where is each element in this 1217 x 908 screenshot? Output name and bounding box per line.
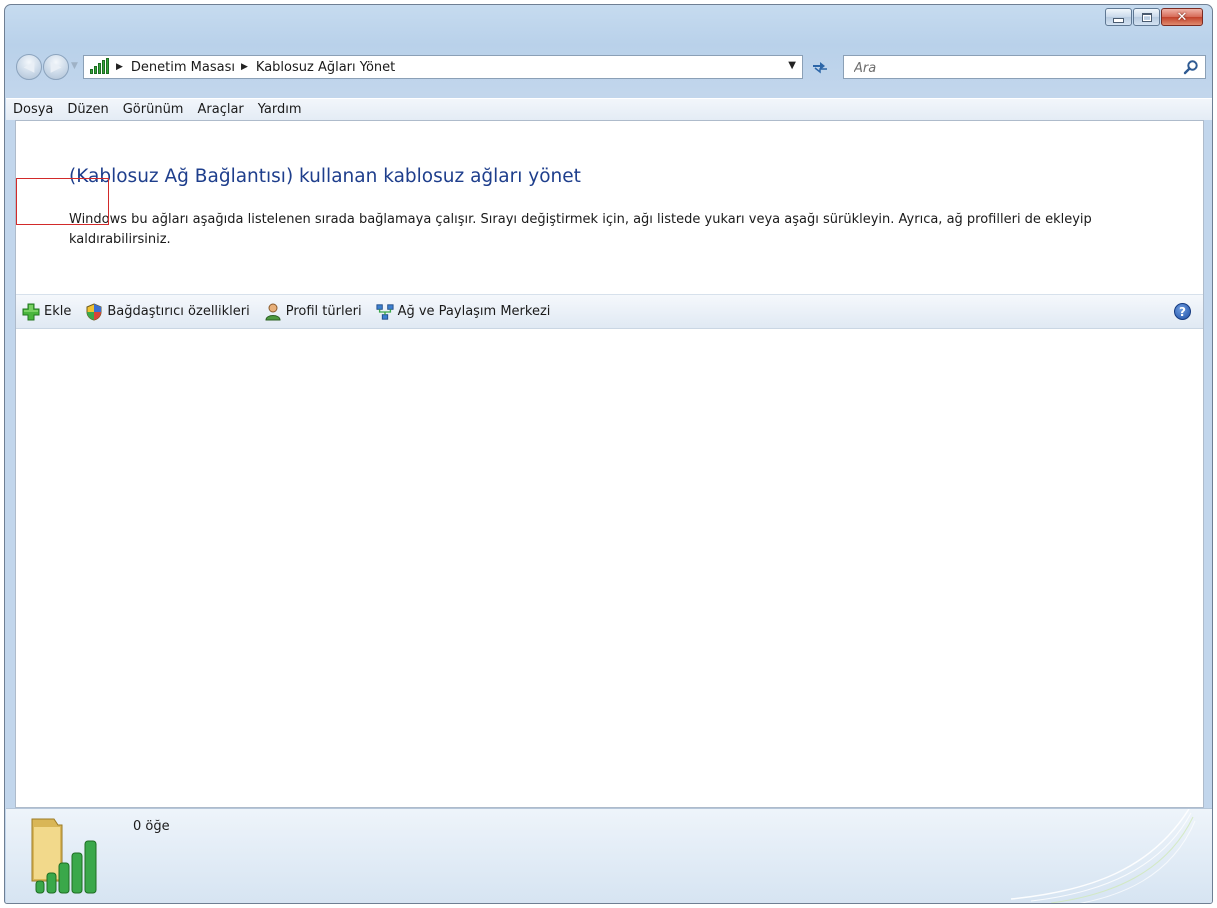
menu-bar: Dosya Düzen Görünüm Araçlar Yardım: [6, 98, 1212, 120]
adapter-properties-button[interactable]: Bağdaştırıcı özellikleri: [85, 302, 250, 321]
add-button[interactable]: Ekle: [22, 303, 71, 321]
search-input[interactable]: [852, 58, 1156, 78]
menu-tools[interactable]: Araçlar: [190, 102, 250, 117]
explorer-window: ✕ ◀ ▶ ▼ ▶ Denetim Masası ▶ Kablosuz Ağla…: [4, 4, 1213, 904]
profile-types-label: Profil türleri: [285, 304, 362, 319]
page-description: Windows bu ağları aşağıda listelenen sır…: [69, 212, 1092, 247]
breadcrumb-control-panel[interactable]: Denetim Masası: [131, 60, 235, 75]
decorative-swoosh: [1010, 809, 1196, 903]
page-title: (Kablosuz Ağ Bağlantısı) kullanan kablos…: [69, 166, 581, 187]
arrow-right-icon: ▶: [50, 59, 62, 75]
network-sharing-center-label: Ağ ve Paylaşım Merkezi: [397, 304, 551, 319]
details-pane: 0 öğe: [6, 808, 1212, 903]
maximize-button[interactable]: [1133, 8, 1160, 26]
green-plus-icon: [22, 303, 40, 321]
maximize-icon: [1141, 12, 1152, 22]
arrow-left-icon: ◀: [23, 59, 35, 75]
wireless-folder-icon: [31, 818, 97, 894]
network-list: [16, 329, 1203, 807]
minimize-button[interactable]: [1105, 8, 1132, 26]
address-dropdown-icon[interactable]: ▼: [788, 60, 796, 71]
menu-help[interactable]: Yardım: [251, 102, 309, 117]
breadcrumb-separator-icon[interactable]: ▶: [241, 62, 248, 72]
breadcrumb-manage-wireless[interactable]: Kablosuz Ağları Yönet: [256, 60, 395, 75]
network-sharing-center-button[interactable]: Ağ ve Paylaşım Merkezi: [376, 303, 551, 321]
shield-icon: [85, 302, 103, 321]
help-button[interactable]: ?: [1174, 303, 1191, 320]
history-dropdown-icon[interactable]: ▼: [71, 61, 78, 71]
command-bar: Ekle Bağdaştırıcı özellikleri Profil tür…: [16, 294, 1203, 329]
close-button[interactable]: ✕: [1161, 8, 1203, 26]
item-count: 0 öğe: [133, 819, 170, 834]
breadcrumb-separator-icon[interactable]: ▶: [116, 62, 123, 72]
wireless-signal-icon: [88, 58, 110, 76]
back-button[interactable]: ◀: [16, 54, 42, 80]
help-icon: ?: [1179, 304, 1186, 319]
refresh-button[interactable]: [807, 57, 833, 77]
refresh-icon: [813, 62, 827, 74]
navigation-row: ◀ ▶ ▼ ▶ Denetim Masası ▶ Kablosuz Ağları…: [13, 51, 1206, 83]
adapter-properties-label: Bağdaştırıcı özellikleri: [107, 304, 250, 319]
address-bar[interactable]: ▶ Denetim Masası ▶ Kablosuz Ağları Yönet…: [83, 55, 803, 79]
network-icon: [376, 303, 394, 321]
search-box[interactable]: [843, 55, 1206, 79]
menu-edit[interactable]: Düzen: [60, 102, 115, 117]
add-button-label: Ekle: [44, 304, 72, 319]
user-icon: [264, 303, 282, 321]
minimize-icon: [1113, 18, 1124, 23]
search-icon[interactable]: [1183, 59, 1199, 75]
menu-view[interactable]: Görünüm: [116, 102, 191, 117]
forward-button[interactable]: ▶: [43, 54, 69, 80]
profile-types-button[interactable]: Profil türleri: [264, 303, 362, 321]
caption-buttons: ✕: [1105, 8, 1203, 26]
content-area: (Kablosuz Ağ Bağlantısı) kullanan kablos…: [15, 120, 1204, 808]
menu-file[interactable]: Dosya: [6, 102, 60, 117]
close-icon: ✕: [1176, 9, 1188, 25]
